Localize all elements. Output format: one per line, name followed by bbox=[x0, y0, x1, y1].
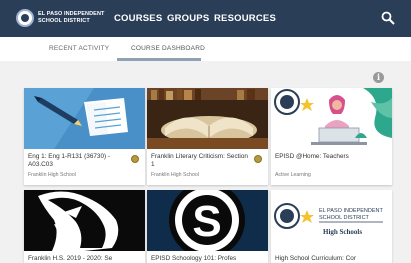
course-school: Active Learning bbox=[275, 172, 311, 178]
course-card[interactable]: EL PASO INDEPENDENT SCHOOL DISTRICT High… bbox=[271, 190, 392, 263]
course-card-image bbox=[24, 88, 145, 149]
tab-recent-activity[interactable]: RECENT ACTIVITY bbox=[49, 45, 109, 52]
search-icon[interactable] bbox=[381, 11, 395, 25]
course-card-image bbox=[24, 190, 145, 251]
course-badge-icon bbox=[254, 155, 262, 163]
nav-groups[interactable]: GROUPS bbox=[167, 13, 209, 24]
card-logo-line-3: High Schools bbox=[323, 228, 363, 236]
nav-courses[interactable]: COURSES bbox=[114, 13, 162, 24]
course-title[interactable]: EPISD Schoology 101: Profes bbox=[151, 255, 251, 263]
course-card[interactable]: S EPISD Schoology 101: Profes bbox=[147, 190, 268, 263]
course-card-image: EL PASO INDEPENDENT SCHOOL DISTRICT High… bbox=[271, 190, 392, 251]
top-navigation-bar: EL PASO INDEPENDENT SCHOOL DISTRICT COUR… bbox=[0, 0, 411, 37]
course-school: Franklin High School bbox=[151, 172, 199, 178]
nav-resources[interactable]: RESOURCES bbox=[214, 13, 276, 24]
dashboard-tab-bar: RECENT ACTIVITY COURSE DASHBOARD bbox=[0, 37, 411, 61]
course-card[interactable]: Franklin H.S. 2019 - 2020: Se bbox=[24, 190, 145, 263]
card-logo-line-2: SCHOOL DISTRICT bbox=[319, 214, 369, 221]
district-logo-icon[interactable] bbox=[16, 9, 34, 27]
course-card[interactable]: Franklin Literary Criticism: Section 1 F… bbox=[147, 88, 268, 185]
card-logo-line-1: EL PASO INDEPENDENT bbox=[319, 208, 383, 214]
info-icon[interactable]: i bbox=[373, 72, 384, 83]
brand-line-2: SCHOOL DISTRICT bbox=[38, 17, 90, 24]
tab-course-dashboard[interactable]: COURSE DASHBOARD bbox=[131, 45, 205, 52]
course-card[interactable]: Eng 1: Eng 1-R131 (36730) - A03.C03 Fran… bbox=[24, 88, 145, 185]
course-school: Franklin High School bbox=[28, 172, 76, 178]
district-name[interactable]: EL PASO INDEPENDENT SCHOOL DISTRICT bbox=[38, 11, 108, 24]
course-card[interactable]: EPISD @Home: Teachers Active Learning bbox=[271, 88, 392, 185]
brand-line-1: EL PASO INDEPENDENT bbox=[38, 11, 105, 17]
course-title[interactable]: Franklin H.S. 2019 - 2020: Se bbox=[28, 255, 128, 263]
course-title[interactable]: Eng 1: Eng 1-R131 (36730) - A03.C03 bbox=[28, 153, 128, 170]
course-card-image: S bbox=[147, 190, 268, 251]
course-title[interactable]: Franklin Literary Criticism: Section 1 bbox=[151, 153, 251, 170]
course-title[interactable]: EPISD @Home: Teachers bbox=[275, 153, 375, 161]
course-badge-icon bbox=[131, 155, 139, 163]
course-title[interactable]: High School Curriculum: Cor bbox=[275, 255, 375, 263]
course-card-image bbox=[147, 88, 268, 149]
course-card-image bbox=[271, 88, 392, 149]
svg-text:S: S bbox=[192, 197, 221, 246]
active-tab-indicator bbox=[117, 58, 201, 61]
